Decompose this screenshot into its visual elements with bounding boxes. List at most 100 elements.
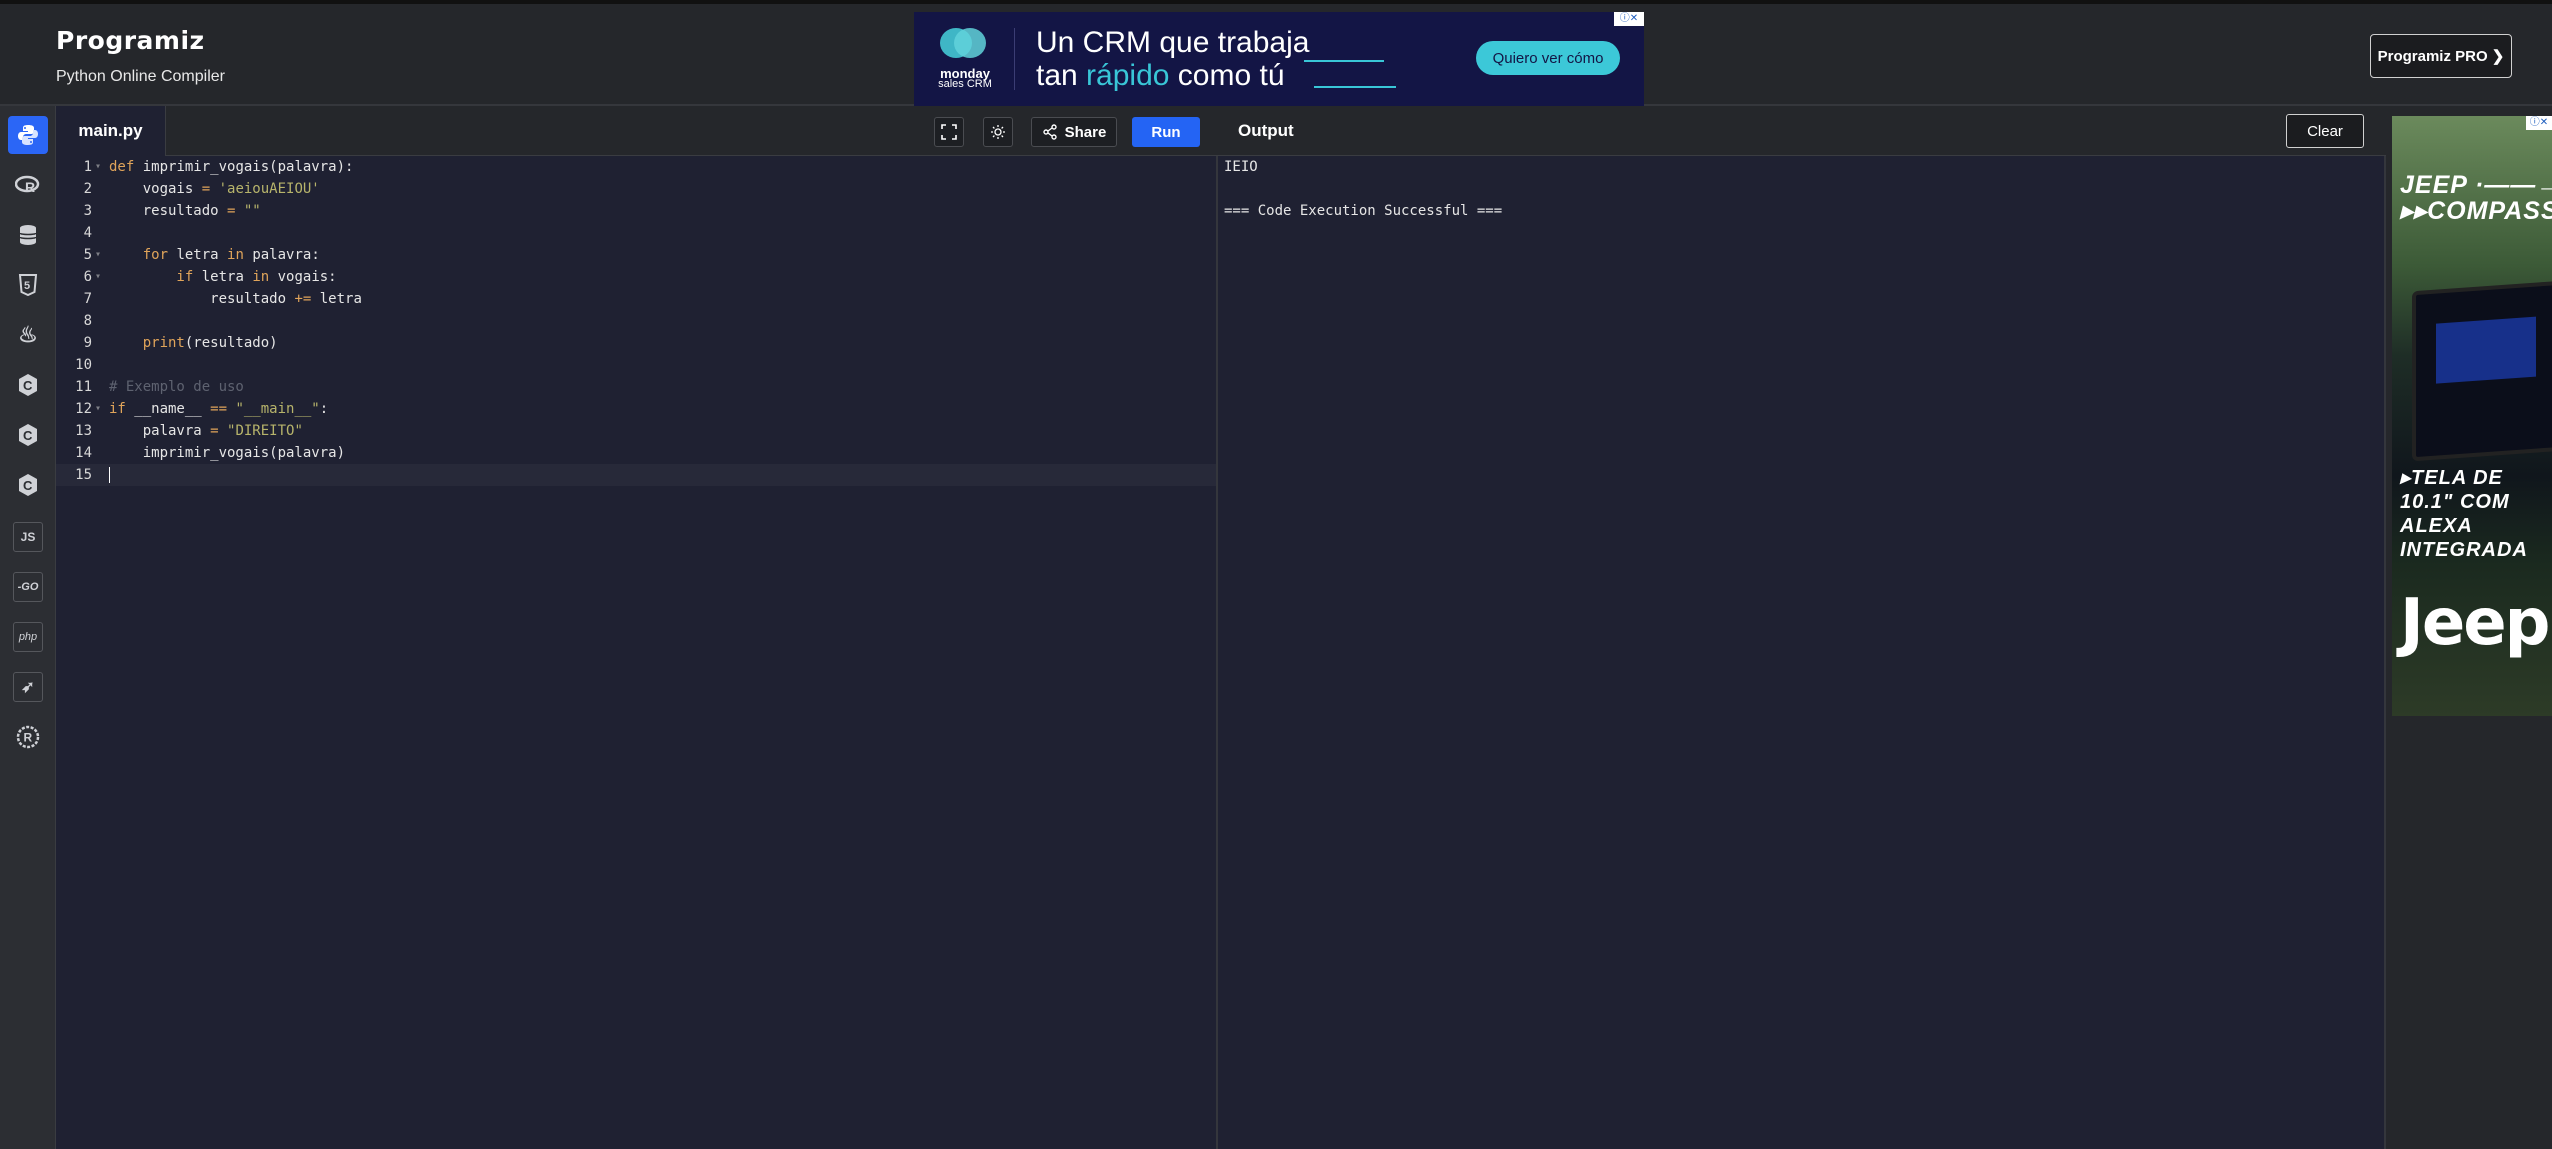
ad-divider: [1014, 28, 1015, 90]
top-header: Programiz Python Online Compiler monday …: [0, 0, 2552, 106]
operator: =: [201, 181, 211, 197]
output-toolbar: Output Clear: [1218, 106, 2386, 156]
ad-brand-line2: sales CRM: [938, 78, 992, 90]
code-text: palavra = "DIREITO": [109, 420, 303, 442]
output-line: === Code Execution Successful ===: [1224, 203, 1503, 219]
fold-arrow-icon[interactable]: ▾: [95, 398, 101, 420]
code-token: palavra:: [243, 247, 320, 263]
sidebar-item-csharp[interactable]: C: [8, 466, 48, 504]
code-line: 10: [56, 354, 1216, 376]
code-token: letra: [193, 269, 253, 285]
code-text: resultado = "": [109, 200, 261, 222]
code-line: 1 ▾ def imprimir_vogais(palavra):: [56, 156, 1216, 178]
line-number: 12: [75, 401, 92, 417]
code-line-current[interactable]: 15: [56, 464, 1216, 486]
ad-headline-line2: tan rápido como tú: [1036, 59, 1285, 93]
programiz-logo[interactable]: Programiz: [56, 26, 205, 55]
line-number: 13: [75, 423, 92, 439]
code-line: 6 ▾ if letra in vogais:: [56, 266, 1216, 288]
clear-button[interactable]: Clear: [2286, 114, 2364, 148]
keyword: if: [109, 401, 126, 417]
ad-close-icon[interactable]: ⓘ✕: [2526, 116, 2552, 130]
output-title: Output: [1238, 121, 1294, 140]
code-text: # Exemplo de uso: [109, 376, 244, 398]
fold-arrow-icon[interactable]: ▾: [95, 156, 101, 178]
line-number: 11: [75, 379, 92, 395]
code-line: 5 ▾ for letra in palavra:: [56, 244, 1216, 266]
sidebar-item-c[interactable]: C: [8, 366, 48, 404]
skyscraper-ad[interactable]: JEEP ·——→ ▸▸COMPASS ▸TELA DE 10.1" COM A…: [2392, 116, 2552, 716]
operator: +=: [294, 291, 312, 307]
sidebar-item-rust[interactable]: R: [8, 718, 48, 756]
banner-ad[interactable]: monday sales CRM Un CRM que trabaja tan …: [914, 12, 1644, 106]
code-text: imprimir_vogais(palavra): [109, 445, 346, 461]
ad-cta-button[interactable]: Quiero ver cómo: [1476, 41, 1620, 75]
string-literal: "": [235, 203, 261, 219]
line-number: 6: [83, 269, 92, 285]
sidebar-item-js[interactable]: JS: [8, 518, 48, 556]
html5-icon: 5: [18, 274, 38, 296]
code-text: print(resultado): [109, 332, 278, 354]
tab-main-py[interactable]: main.py: [56, 106, 166, 156]
code-text: if letra in vogais:: [109, 266, 337, 288]
editor-toolbar: main.py Share Run: [56, 106, 1218, 156]
code-token: vogais:: [269, 269, 337, 285]
sidebar-item-php[interactable]: php: [8, 618, 48, 656]
code-text: for letra in palavra:: [109, 244, 320, 266]
php-icon: php: [13, 622, 43, 652]
code-line: 8: [56, 310, 1216, 332]
output-panel[interactable]: IEIO === Code Execution Successful ===: [1218, 156, 2386, 1149]
code-text: resultado += letra: [109, 288, 362, 310]
code-line: 14 imprimir_vogais(palavra): [56, 442, 1216, 464]
programiz-pro-button[interactable]: Programiz PRO ❯: [2370, 34, 2512, 78]
code-token: letra: [311, 291, 362, 307]
sidebar-item-r[interactable]: R: [8, 166, 48, 204]
comment: # Exemplo de uso: [109, 379, 244, 395]
sidebar-item-sql[interactable]: [8, 216, 48, 254]
svg-text:5: 5: [24, 280, 30, 292]
sidebar-item-cpp[interactable]: C: [8, 416, 48, 454]
svg-text:R: R: [25, 179, 35, 195]
line-number: 8: [83, 313, 92, 329]
run-button[interactable]: Run: [1132, 117, 1200, 147]
sun-icon: [991, 125, 1005, 139]
keyword: in: [252, 269, 270, 285]
java-icon: ♨: [18, 322, 38, 347]
sidebar-item-swift[interactable]: ➶: [8, 668, 48, 706]
fold-arrow-icon[interactable]: ▾: [95, 266, 101, 288]
code-token: letra: [168, 247, 228, 263]
code-line: 4: [56, 222, 1216, 244]
sidebar-item-html[interactable]: 5: [8, 266, 48, 304]
ad-feature-text: ▸TELA DE 10.1" COM ALEXA INTEGRADA: [2400, 467, 2528, 561]
keyword: if: [109, 269, 194, 285]
code-token: imprimir_vogais(palavra):: [134, 159, 354, 175]
code-line: 2 vogais = 'aeiouAEIOU': [56, 178, 1216, 200]
code-token: vogais: [109, 181, 202, 197]
sidebar-item-python[interactable]: [8, 116, 48, 154]
line-number: 14: [75, 445, 92, 461]
code-text: def imprimir_vogais(palavra):: [109, 156, 353, 178]
sidebar-item-java[interactable]: ♨: [8, 316, 48, 354]
python-icon: [18, 125, 38, 145]
js-icon: JS: [13, 522, 43, 552]
text-cursor: [109, 464, 110, 486]
fullscreen-button[interactable]: [934, 117, 964, 147]
sidebar-item-go[interactable]: -GO: [8, 568, 48, 606]
page-subtitle: Python Online Compiler: [56, 68, 225, 85]
svg-text:C: C: [23, 478, 33, 493]
code-line: 12 ▾ if __name__ == "__main__":: [56, 398, 1216, 420]
right-ad-column: JEEP ·——→ ▸▸COMPASS ▸TELA DE 10.1" COM A…: [2386, 106, 2552, 1149]
ad-highlight-text: rápido: [1086, 59, 1170, 92]
fold-arrow-icon[interactable]: ▾: [95, 244, 101, 266]
fullscreen-icon: [941, 124, 957, 140]
theme-toggle-button[interactable]: [983, 117, 1013, 147]
rust-icon: R: [16, 725, 40, 749]
code-text: if __name__ == "__main__":: [109, 398, 328, 420]
ad-close-icon[interactable]: ⓘ✕: [1614, 12, 1644, 26]
svg-text:C: C: [23, 378, 33, 393]
line-number: 3: [83, 203, 92, 219]
code-editor[interactable]: 1 ▾ def imprimir_vogais(palavra): 2 vogais…: [56, 156, 1218, 1149]
share-button[interactable]: Share: [1031, 117, 1117, 147]
swift-icon: ➶: [13, 672, 43, 702]
ad-brand: monday sales CRM: [932, 67, 998, 90]
